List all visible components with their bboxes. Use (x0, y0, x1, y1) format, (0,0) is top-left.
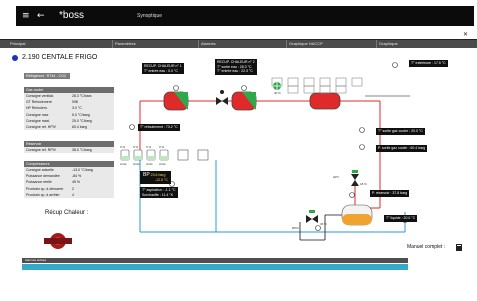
compressor-controls (177, 149, 209, 161)
desup1-inlet-temp: T° entrée eau : 0.0 °C (144, 68, 178, 73)
suction-readout: T° aspiration : -1.1 °C Surchauffe : 11.… (140, 187, 178, 198)
comp3-state: Arrêt (146, 162, 153, 166)
discharge-temp: T° refoulement : 73.2 °C (138, 124, 180, 131)
rpiv-percent: 36 % (320, 222, 327, 226)
gas-cooler-fans (271, 77, 363, 94)
compressor-pads (121, 156, 168, 160)
comp4-state: Arrêt (159, 162, 166, 166)
comp1-state: Arrêt (120, 162, 127, 166)
superheat: Surchauffe : 11.4 °K (142, 192, 174, 197)
rpiv-valve-icon[interactable] (306, 210, 318, 223)
comp3-percent: 0 % (146, 145, 152, 149)
heat-recovery-label: Récup Chaleur : (45, 210, 89, 216)
active-alarms-header: Alarmes actives (22, 258, 408, 263)
desup2-title: RECUP. CHALEUR n° 2 (217, 60, 255, 64)
outdoor-temp: T° extérieure : 17.5 °C (409, 60, 448, 67)
hpv-percent: 18 % (360, 182, 367, 186)
comp4-percent: 0 % (159, 145, 165, 149)
manual-label: Manuel complet : (407, 244, 446, 250)
heat-recovery-pump-icon (44, 233, 72, 249)
bp-pressure: 23.6 barg (150, 173, 166, 177)
receiver-pressure: P. réservoir : 37.8 barg (370, 190, 410, 197)
desup1-title: RECUP. CHALEUR n° 1 (144, 64, 182, 68)
liquid-temp: T° liquide : 20.0 °C (384, 215, 418, 222)
desup1-label: RECUP. CHALEUR n° 1 T° entrée eau : 0.0 … (142, 63, 184, 74)
app-window: ≡ ← *boss Synoptique ✕ Principal Paramèt… (0, 0, 477, 301)
alarms-list-row[interactable] (22, 264, 408, 270)
rpiv-label: RPIV (292, 226, 300, 230)
desup2-label: RECUP. CHALEUR n° 2 T° sortie eau : 28.3… (215, 59, 257, 75)
suction-temp: T° aspiration : -1.1 °C (142, 188, 176, 192)
hpv-label: HPV (333, 175, 340, 179)
liquid-receiver-tank (341, 204, 373, 226)
manual-icon[interactable] (456, 244, 462, 251)
fan-percent: 40 % (274, 91, 281, 95)
comp2-percent: 0 % (133, 145, 139, 149)
three-way-valve-icon[interactable] (216, 90, 228, 105)
gas-cooler-outlet-pressure: P. sortie gaz cooler : 60.4 barg (376, 145, 428, 152)
comp2-state: Arrêt (133, 162, 140, 166)
heat-recovery-exchanger-2 (231, 91, 257, 111)
heat-recovery-exchanger-1 (163, 91, 189, 111)
gas-cooler-outlet-temp: T° sortie gaz cooler : 20.0 °C (376, 128, 425, 135)
bp-readout: BP 23.6 barg -12.5 °C (140, 171, 171, 184)
fan-icon (273, 82, 281, 90)
bp-saturation-temp: -12.5 °C (155, 177, 168, 182)
gas-cooler-coil (309, 92, 341, 110)
bp-label: BP (143, 172, 150, 178)
hpv-valve-icon[interactable] (351, 170, 359, 186)
desup2-inlet-temp: T° entrée eau : 22.3 °C (217, 69, 253, 73)
comp1-percent: 0 % (120, 145, 126, 149)
